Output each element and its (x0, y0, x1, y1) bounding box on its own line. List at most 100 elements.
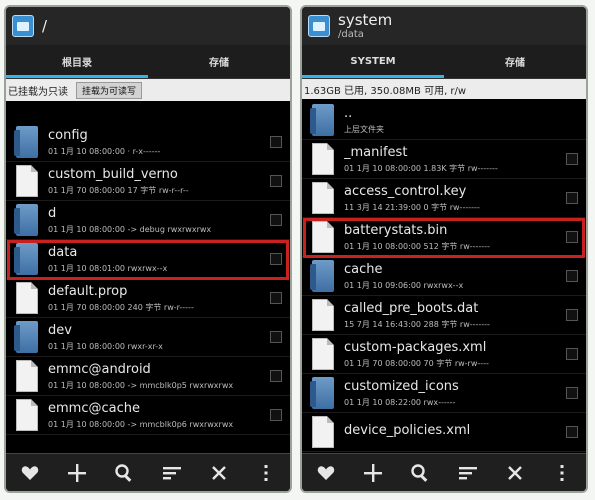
select-checkbox[interactable] (270, 292, 282, 304)
app-icon[interactable] (308, 15, 330, 37)
mount-status: 已挂载为只读 (8, 86, 68, 98)
item-meta: 01 1月 10 08:00:00 -> mmcblk0p5 rwxrwxrwx (48, 380, 234, 390)
item-name: config (48, 127, 88, 143)
location-title: system (338, 10, 393, 29)
item-meta: 01 1月 10 08:00:00 -> mmcblk0p6 rwxrwxrwx (48, 419, 234, 429)
tab-storage[interactable]: 存储 (148, 45, 290, 78)
select-checkbox[interactable] (566, 426, 578, 438)
search-icon[interactable] (108, 458, 140, 488)
select-checkbox[interactable] (270, 175, 282, 187)
search-icon[interactable] (404, 458, 436, 488)
list-item[interactable]: config 01 1月 10 08:00:00 · r-x------ (6, 123, 290, 162)
item-name: data (48, 244, 78, 260)
list-item[interactable]: custom-packages.xml 01 1月 70 08:00:00 70 … (302, 335, 586, 374)
heart-icon[interactable] (14, 458, 46, 488)
more-icon[interactable] (546, 458, 578, 488)
select-checkbox[interactable] (270, 136, 282, 148)
item-name: called_pre_boots.dat (344, 300, 479, 316)
list-item[interactable]: access_control.key 11 3月 14 21:39:00 0 字节… (302, 179, 586, 218)
list-item[interactable]: device_policies.xml (302, 413, 586, 452)
item-meta: 15 7月 14 16:43:00 288 字节 rw------- (344, 319, 490, 329)
bottom-toolbar (302, 453, 586, 491)
file-icon (312, 416, 334, 448)
item-meta: 01 1月 10 08:00:00 -> debug rwxrwxrwx (48, 224, 212, 234)
file-list[interactable]: .. 上层文件夹 _manifest 01 1月 10 08:00:00 1.83K… (302, 101, 586, 453)
item-name: access_control.key (344, 183, 467, 199)
select-checkbox[interactable] (566, 387, 578, 399)
list-item[interactable]: _manifest 01 1月 10 08:00:00 1.83K 字节 rw--… (302, 140, 586, 179)
select-checkbox[interactable] (270, 409, 282, 421)
folder-icon (14, 204, 38, 236)
bottom-toolbar (6, 453, 290, 491)
sort-icon[interactable] (156, 458, 188, 488)
list-item[interactable]: custom_build_verno 01 1月 70 08:00:00 17 字… (6, 162, 290, 201)
folder-icon (310, 104, 334, 136)
list-item[interactable]: emmc@cache 01 1月 10 08:00:00 -> mmcblk0p6… (6, 396, 290, 435)
item-meta: 01 1月 70 08:00:00 240 字节 rw-r----- (48, 302, 194, 312)
left-file-manager: / 根目录 存储 已挂载为只读 挂载为可读写 config 01 1月 10 08… (4, 5, 292, 493)
folder-icon (310, 260, 334, 292)
list-item[interactable]: called_pre_boots.dat 15 7月 14 16:43:00 28… (302, 296, 586, 335)
storage-status: 1.63GB 已用, 350.08MB 可用, r/w (302, 79, 586, 99)
list-item[interactable]: d 01 1月 10 08:00:00 -> debug rwxrwxrwx (6, 201, 290, 240)
select-checkbox[interactable] (566, 309, 578, 321)
select-checkbox[interactable] (566, 192, 578, 204)
list-item[interactable]: default.prop 01 1月 70 08:00:00 240 字节 rw-… (6, 279, 290, 318)
file-icon (312, 338, 334, 370)
list-item[interactable]: emmc@android 01 1月 10 08:00:00 -> mmcblk0… (6, 357, 290, 396)
file-icon (16, 399, 38, 431)
select-checkbox[interactable] (566, 270, 578, 282)
mount-rw-button[interactable]: 挂载为可读写 (76, 81, 143, 99)
item-name: _manifest (344, 144, 408, 160)
select-checkbox[interactable] (270, 253, 282, 265)
list-item[interactable]: dev 01 1月 10 08:00:00 rwxr-xr-x (6, 318, 290, 357)
title-bar: system /data (302, 7, 586, 45)
folder-icon (14, 321, 38, 353)
close-icon[interactable] (203, 458, 235, 488)
file-icon (312, 182, 334, 214)
list-item-selected[interactable]: batterystats.bin 01 1月 10 08:00:00 512 字节… (302, 218, 586, 258)
title-bar: / (6, 7, 290, 45)
item-meta: 上层文件夹 (344, 124, 384, 134)
plus-icon[interactable] (357, 458, 389, 488)
tab-bar: 根目录 存储 (6, 45, 290, 79)
list-item[interactable]: customized_icons 01 1月 10 08:22:00 rwx---… (302, 374, 586, 413)
sort-icon[interactable] (452, 458, 484, 488)
more-icon[interactable] (250, 458, 282, 488)
item-name: custom_build_verno (48, 166, 178, 182)
folder-icon (14, 243, 38, 275)
heart-icon[interactable] (310, 458, 342, 488)
select-checkbox[interactable] (566, 348, 578, 360)
select-checkbox[interactable] (270, 331, 282, 343)
app-icon[interactable] (12, 15, 34, 37)
item-name: dev (48, 322, 72, 338)
select-checkbox[interactable] (566, 153, 578, 165)
plus-icon[interactable] (61, 458, 93, 488)
item-name: custom-packages.xml (344, 339, 487, 355)
mount-bar: 已挂载为只读 挂载为可读写 (6, 79, 290, 101)
tab-storage[interactable]: 存储 (444, 45, 586, 78)
item-name: device_policies.xml (344, 423, 471, 438)
item-meta: 11 3月 14 21:39:00 0 字节 rw------- (344, 202, 480, 212)
item-meta: 01 1月 70 08:00:00 17 字节 rw-r--r-- (48, 185, 189, 195)
tab-system[interactable]: SYSTEM (302, 45, 444, 78)
item-meta: 01 1月 10 08:01:00 rwxrwx--x (48, 263, 168, 273)
file-list[interactable]: config 01 1月 10 08:00:00 · r-x------ cust… (6, 123, 290, 453)
list-item[interactable]: cache 01 1月 10 09:06:00 rwxrwx--x (302, 257, 586, 296)
tab-root[interactable]: 根目录 (6, 45, 148, 78)
right-file-manager: system /data SYSTEM 存储 1.63GB 已用, 350.08… (300, 5, 588, 493)
select-checkbox[interactable] (270, 370, 282, 382)
select-checkbox[interactable] (566, 231, 578, 243)
list-item-parent[interactable]: .. 上层文件夹 (302, 101, 586, 140)
item-meta: 01 1月 10 08:00:00 512 字节 rw------- (344, 241, 490, 251)
folder-icon (310, 377, 334, 409)
item-name: .. (344, 105, 353, 121)
item-name: emmc@cache (48, 400, 140, 416)
select-checkbox[interactable] (270, 214, 282, 226)
close-icon[interactable] (499, 458, 531, 488)
list-item-selected[interactable]: data 01 1月 10 08:01:00 rwxrwx--x (6, 240, 290, 280)
file-icon (16, 282, 38, 314)
item-name: default.prop (48, 283, 128, 299)
item-name: cache (344, 261, 383, 277)
item-meta: 01 1月 10 08:22:00 rwx------ (344, 397, 456, 407)
